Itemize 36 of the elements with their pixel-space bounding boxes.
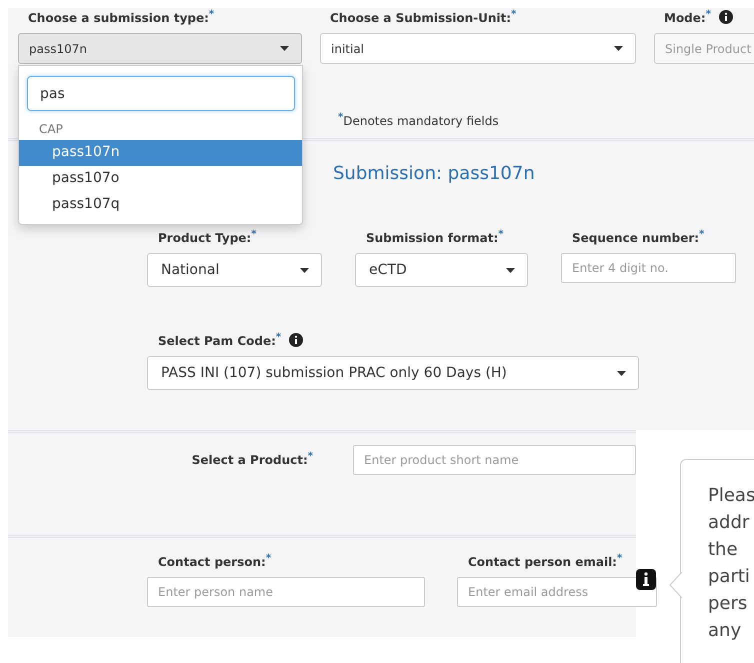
mandatory-note: $^{*}$Denotes mandatory fields xyxy=(338,112,499,128)
field-label: Mode:$^{*}$ xyxy=(664,9,711,25)
caret-icon xyxy=(506,268,515,272)
field-label: Select a Product:$^{*}$ xyxy=(192,451,313,467)
field-label: Sequence number:$^{*}$ xyxy=(572,229,704,245)
caret-icon xyxy=(614,46,623,51)
info-icon[interactable] xyxy=(289,333,304,347)
select-field[interactable]: eCTD xyxy=(355,253,528,287)
field-label: Select Pam Code:$^{*}$ xyxy=(158,332,282,348)
text-field[interactable]: Enter email address xyxy=(457,577,657,607)
info-icon[interactable] xyxy=(718,10,733,24)
option-group-label: CAP xyxy=(38,121,64,138)
field-label: Choose a submission type:$^{*}$ xyxy=(28,9,214,25)
info-icon[interactable] xyxy=(636,569,656,590)
caret-icon xyxy=(617,370,626,376)
select-field[interactable]: initial xyxy=(320,33,636,64)
field-label: Submission format:$^{*}$ xyxy=(366,229,504,245)
field-label: Contact person email:$^{*}$ xyxy=(468,553,622,569)
popover-text: Pleas addr the parti pers any xyxy=(708,484,754,643)
dropdown-option[interactable]: pass107o xyxy=(19,166,302,192)
dropdown-option[interactable]: pass107q xyxy=(19,192,302,218)
select-field[interactable]: pass107n xyxy=(18,33,302,64)
dropdown-option[interactable]: pass107n xyxy=(19,140,302,166)
search-field[interactable]: pas xyxy=(27,76,295,111)
field-label: Product Type:$^{*}$ xyxy=(158,229,256,245)
submission-title: Submission: pass107n xyxy=(333,163,535,184)
text-field[interactable]: Enter product short name xyxy=(353,445,636,475)
select-field[interactable]: National xyxy=(147,253,322,287)
text-field[interactable]: Enter person name xyxy=(147,577,425,607)
caret-icon xyxy=(280,46,289,51)
caret-icon xyxy=(300,268,309,272)
select-field[interactable]: PASS INI (107) submission PRAC only 60 Days (H) xyxy=(147,356,639,390)
field-label: Contact person:$^{*}$ xyxy=(158,553,272,569)
field-label: Choose a Submission-Unit:$^{*}$ xyxy=(330,9,516,25)
select-field: Single Product xyxy=(654,33,754,64)
text-field[interactable]: Enter 4 digit no. xyxy=(561,253,736,283)
